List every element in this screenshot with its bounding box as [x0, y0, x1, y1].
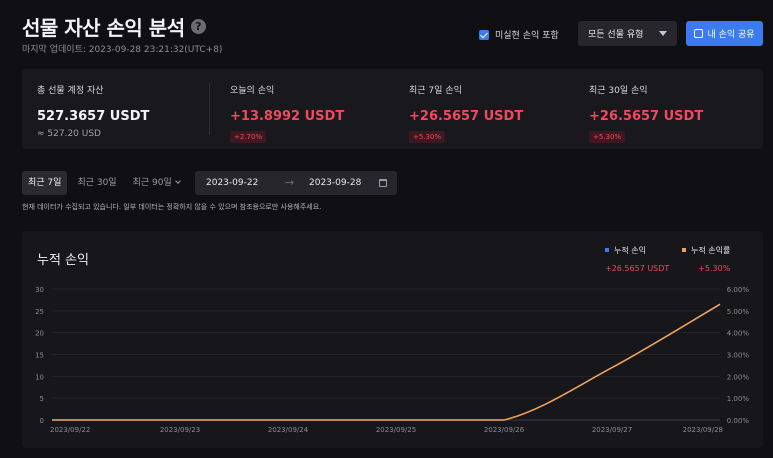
total-assets-stat: 총 선물 계정 자산 527.3657 USDT ≈ 527.20 USD	[37, 83, 149, 139]
month-pnl-label: 최근 30일 손익	[589, 86, 648, 96]
y-left-tick-label: 15	[35, 352, 44, 360]
pnl-summary-card: 총 선물 계정 자산 527.3657 USDT ≈ 527.20 USD 오늘…	[22, 69, 763, 149]
date-to[interactable]: 2023-09-28	[309, 178, 361, 188]
last-updated: 마지막 업데이트: 2023-09-28 23:21:32(UTC+8)	[22, 45, 223, 55]
share-pnl-button[interactable]: 내 손익 공유	[686, 21, 763, 46]
x-tick-label: 2023/09/26	[484, 426, 525, 434]
date-range-picker[interactable]: 2023-09-22 → 2023-09-28	[195, 171, 397, 195]
y-right-tick-label: 6.00%	[727, 286, 750, 294]
week-pnl-stat: 최근 7일 손익 +26.5657 USDT +5.30%	[409, 83, 523, 143]
y-right-tick-label: 1.00%	[727, 395, 750, 403]
tab-90d[interactable]: 최근 90일	[127, 171, 186, 195]
help-icon[interactable]: ?	[190, 19, 206, 34]
week-pnl-value: +26.5657 USDT	[409, 109, 524, 124]
y-right-tick-label: 4.00%	[727, 330, 750, 338]
x-tick-label: 2023/09/22	[50, 426, 90, 434]
month-pnl-stat: 최근 30일 손익 +26.5657 USDT +5.30%	[589, 83, 703, 143]
data-notice: 현재 데이터가 수집되고 있습니다. 일부 데이터는 정확하지 않을 수 있으며…	[22, 203, 322, 211]
unrealized-pnl-label: 미실현 손익 포함	[495, 31, 559, 41]
futures-type-value: 모든 선물 유형	[588, 30, 644, 40]
tab-30d[interactable]: 최근 30일	[71, 171, 122, 195]
y-left-tick-label: 25	[35, 308, 44, 316]
share-icon	[694, 29, 704, 38]
range-tabs: 최근 7일 최근 30일 최근 90일	[22, 171, 190, 195]
x-tick-label: 2023/09/28	[683, 426, 723, 434]
series-line-roi	[51, 303, 721, 421]
checkbox-icon[interactable]	[479, 29, 489, 40]
total-assets-value: 527.3657 USDT	[37, 109, 150, 124]
chevron-down-icon	[659, 31, 667, 36]
y-right-tick-label: 5.00%	[727, 308, 750, 316]
unrealized-pnl-toggle[interactable]: 미실현 손익 포함	[479, 28, 559, 41]
cumulative-pnl-chart-panel: 누적 손익 누적 손익 +26.5657 USDT 누적 손익률 +5.30% …	[22, 231, 763, 448]
today-pnl-value: +13.8992 USDT	[230, 109, 345, 124]
page-title: 선물 자산 손익 분석 ?	[22, 12, 206, 41]
futures-type-select[interactable]: 모든 선물 유형	[578, 21, 677, 46]
y-right-tick-label: 2.00%	[727, 373, 750, 381]
y-left-tick-label: 30	[35, 286, 44, 294]
y-left-tick-label: 5	[40, 395, 44, 403]
y-right-tick-label: 3.00%	[727, 352, 750, 360]
total-assets-usd: ≈ 527.20 USD	[37, 129, 101, 139]
x-tick-label: 2023/09/24	[268, 426, 309, 434]
chevron-down-icon	[174, 178, 181, 184]
week-pnl-label: 최근 7일 손익	[409, 86, 462, 96]
date-from[interactable]: 2023-09-22	[206, 178, 258, 188]
month-pnl-badge: +5.30%	[589, 131, 626, 143]
y-right-tick-label: 0.00%	[727, 417, 750, 425]
week-pnl-badge: +5.30%	[409, 131, 446, 143]
series-line-pnl	[51, 303, 721, 421]
total-assets-label: 총 선물 계정 자산	[37, 86, 104, 96]
y-left-tick-label: 0	[40, 417, 44, 425]
calendar-icon[interactable]	[379, 179, 387, 187]
tab-90d-label: 최근 90일	[132, 178, 172, 188]
month-pnl-value: +26.5657 USDT	[589, 109, 704, 124]
arrow-right-icon: →	[285, 176, 295, 189]
x-tick-label: 2023/09/25	[376, 426, 416, 434]
y-left-tick-label: 20	[35, 330, 44, 338]
tab-7d[interactable]: 최근 7일	[22, 171, 68, 195]
today-pnl-label: 오늘의 손익	[230, 86, 275, 96]
x-tick-label: 2023/09/27	[592, 426, 632, 434]
share-pnl-label: 내 손익 공유	[707, 30, 755, 40]
today-pnl-stat: 오늘의 손익 +13.8992 USDT +2.70%	[230, 83, 344, 143]
summary-divider	[209, 83, 210, 135]
today-pnl-badge: +2.70%	[230, 131, 267, 143]
x-tick-label: 2023/09/23	[160, 426, 200, 434]
cumulative-pnl-chart: 0 5 10 15 20 25 30 0.00% 1.00% 2.00% 3.00% 4.00% 5.0…	[35, 286, 750, 434]
y-left-tick-label: 10	[35, 373, 44, 381]
